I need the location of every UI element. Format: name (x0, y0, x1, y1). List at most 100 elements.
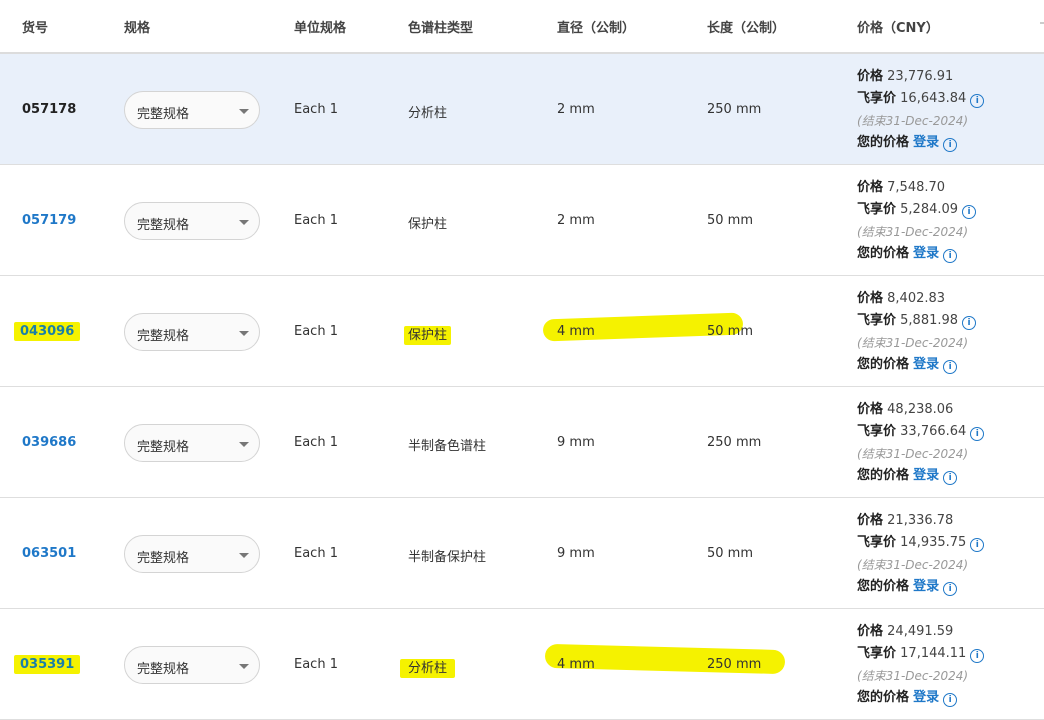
column-type: 分析柱 (408, 106, 448, 121)
length: 250 mm (707, 657, 762, 672)
chevron-down-icon (239, 442, 249, 447)
price-value: 8,402.83 (887, 291, 946, 306)
info-icon[interactable]: i (943, 249, 958, 263)
your-price-label: 您的价格 (857, 135, 910, 150)
spec-select[interactable]: 完整规格 (124, 202, 260, 240)
header-unit-spec: 单位规格 (294, 21, 347, 36)
price-block: 价格 8,402.83 飞享价 5,881.98 i (结束31-Dec-2024… (857, 288, 977, 376)
spec-select-value: 完整规格 (137, 218, 190, 233)
member-price-label: 飞享价 (857, 535, 897, 550)
login-link[interactable]: 登录 (913, 468, 939, 483)
header-length: 长度（公制） (707, 21, 786, 36)
login-link[interactable]: 登录 (913, 579, 939, 594)
diameter: 2 mm (557, 213, 595, 228)
login-link[interactable]: 登录 (913, 135, 939, 150)
promo-end-note: (结束31-Dec-2024) (857, 669, 969, 683)
info-icon[interactable]: i (943, 360, 958, 374)
length: 50 mm (707, 213, 754, 228)
header-spec: 规格 (124, 21, 151, 36)
item-number-link[interactable]: 057179 (22, 213, 76, 228)
chevron-down-icon (239, 664, 249, 669)
price-value: 21,336.78 (887, 513, 954, 528)
price-label: 价格 (857, 69, 884, 84)
length: 250 mm (707, 102, 762, 117)
column-type: 分析柱 (400, 657, 456, 678)
member-price-value: 5,284.09 (900, 202, 959, 217)
login-link[interactable]: 登录 (913, 357, 939, 372)
unit-spec: Each 1 (294, 324, 338, 339)
table-header: 货号 规格 单位规格 色谱柱类型 直径（公制） 长度（公制） 价格（CNY） (0, 0, 1044, 54)
info-icon[interactable]: i (943, 138, 958, 152)
login-link[interactable]: 登录 (913, 246, 939, 261)
info-icon[interactable]: i (970, 427, 985, 441)
price-block: 价格 21,336.78 飞享价 14,935.75 i (结束31-Dec-20… (857, 510, 985, 598)
column-type: 保护柱 (404, 324, 452, 345)
member-price-label: 飞享价 (857, 202, 897, 217)
price-value: 7,548.70 (887, 180, 946, 195)
promo-end-note: (结束31-Dec-2024) (857, 558, 969, 572)
item-number-highlighted: 043096 (14, 322, 81, 341)
diameter: 4 mm (557, 657, 595, 672)
your-price-label: 您的价格 (857, 246, 910, 261)
table-row[interactable]: 035391 完整规格 Each 1 分析柱 4 mm 250 mm 价格 24… (0, 609, 1044, 720)
table-row[interactable]: 039686 完整规格 Each 1 半制备色谱柱 9 mm 250 mm 价格… (0, 387, 1044, 498)
info-icon[interactable]: i (943, 693, 958, 707)
spec-select-value: 完整规格 (137, 551, 190, 566)
info-icon[interactable]: i (970, 538, 985, 552)
member-price-value: 16,643.84 (900, 91, 967, 106)
column-type-highlighted: 保护柱 (404, 326, 452, 345)
spec-select-value: 完整规格 (137, 440, 190, 455)
your-price-label: 您的价格 (857, 468, 910, 483)
item-number-link[interactable]: 043096 (14, 322, 81, 341)
unit-spec: Each 1 (294, 435, 338, 450)
member-price-value: 5,881.98 (900, 313, 959, 328)
chevron-down-icon (239, 553, 249, 558)
unit-spec: Each 1 (294, 102, 338, 117)
item-number-link[interactable]: 039686 (22, 435, 76, 450)
price-label: 价格 (857, 513, 884, 528)
spec-select[interactable]: 完整规格 (124, 646, 260, 684)
info-icon[interactable]: i (970, 94, 985, 108)
price-block: 价格 48,238.06 飞享价 33,766.64 i (结束31-Dec-20… (857, 399, 985, 487)
member-price-value: 17,144.11 (900, 646, 967, 661)
member-price-value: 14,935.75 (900, 535, 967, 550)
member-price-value: 33,766.64 (900, 424, 967, 439)
header-edge-mark (1040, 22, 1044, 24)
length: 250 mm (707, 435, 762, 450)
member-price-label: 飞享价 (857, 91, 897, 106)
item-number-link[interactable]: 063501 (22, 546, 76, 561)
member-price-label: 飞享价 (857, 646, 897, 661)
price-block: 价格 24,491.59 飞享价 17,144.11 i (结束31-Dec-20… (857, 621, 985, 709)
spec-select[interactable]: 完整规格 (124, 535, 260, 573)
member-price-label: 飞享价 (857, 313, 897, 328)
table-row[interactable]: 063501 完整规格 Each 1 半制备保护柱 9 mm 50 mm 价格 … (0, 498, 1044, 609)
item-number-link[interactable]: 035391 (14, 655, 81, 674)
diameter: 2 mm (557, 102, 595, 117)
header-diameter: 直径（公制） (557, 21, 636, 36)
member-price-label: 飞享价 (857, 424, 897, 439)
info-icon[interactable]: i (962, 316, 977, 330)
product-table: 货号 规格 单位规格 色谱柱类型 直径（公制） 长度（公制） 价格（CNY） 0… (0, 0, 1044, 720)
chevron-down-icon (239, 109, 249, 114)
chevron-down-icon (239, 220, 249, 225)
info-icon[interactable]: i (962, 205, 977, 219)
promo-end-note: (结束31-Dec-2024) (857, 447, 969, 461)
price-value: 48,238.06 (887, 402, 954, 417)
price-label: 价格 (857, 402, 884, 417)
spec-select[interactable]: 完整规格 (124, 424, 260, 462)
info-icon[interactable]: i (943, 471, 958, 485)
spec-select[interactable]: 完整规格 (124, 313, 260, 351)
item-number: 057178 (22, 102, 77, 117)
promo-end-note: (结束31-Dec-2024) (857, 114, 969, 128)
your-price-label: 您的价格 (857, 357, 910, 372)
info-icon[interactable]: i (943, 582, 958, 596)
table-row[interactable]: 057179 完整规格 Each 1 保护柱 2 mm 50 mm 价格 7,5… (0, 165, 1044, 276)
price-value: 24,491.59 (887, 624, 954, 639)
spec-select[interactable]: 完整规格 (124, 91, 260, 129)
price-block: 价格 23,776.91 飞享价 16,643.84 i (结束31-Dec-20… (857, 66, 985, 154)
info-icon[interactable]: i (970, 649, 985, 663)
table-row[interactable]: 043096 完整规格 Each 1 保护柱 4 mm 50 mm 价格 8,4… (0, 276, 1044, 387)
login-link[interactable]: 登录 (913, 690, 939, 705)
table-row[interactable]: 057178 完整规格 Each 1 分析柱 2 mm 250 mm 价格 23… (0, 54, 1044, 165)
chevron-down-icon (239, 331, 249, 336)
